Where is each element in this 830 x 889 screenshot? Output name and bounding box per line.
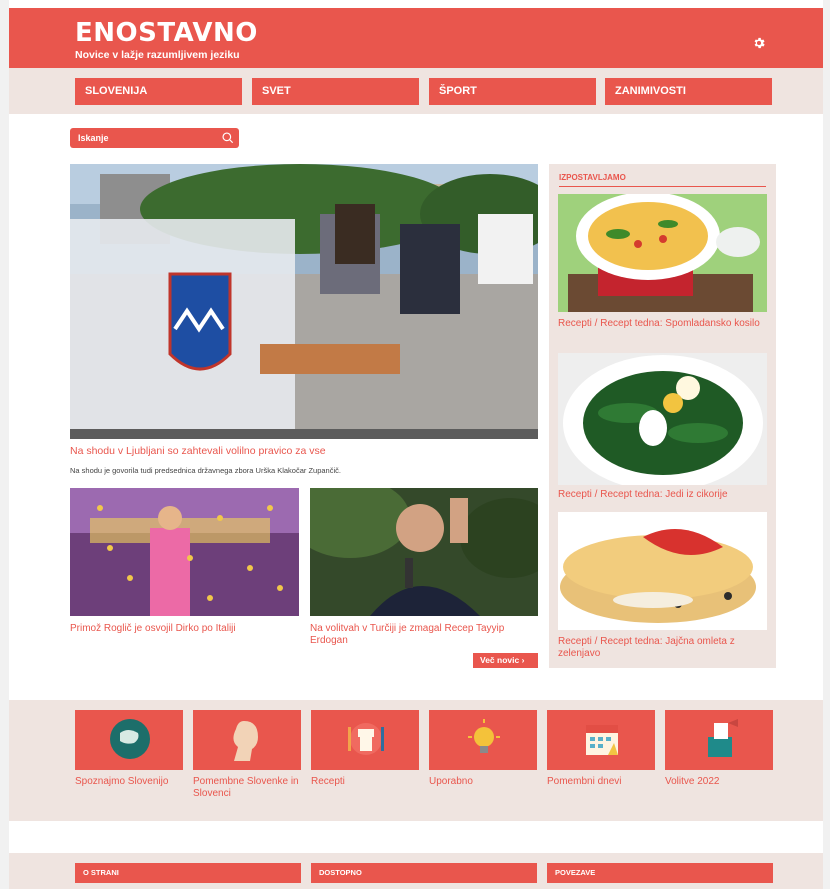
category-label-5[interactable]: Pomembni dnevi: [547, 776, 657, 788]
category-tile-spoznajmo-slovenijo[interactable]: [75, 710, 183, 770]
site-logo-subtitle: Novice v lažje razumljivem jeziku: [75, 49, 240, 61]
article-title-erdogan[interactable]: Na volitvah v Turčiji je zmagal Recep Ta…: [310, 623, 538, 647]
globe-icon: [110, 719, 150, 759]
category-tile-uporabno[interactable]: [429, 710, 537, 770]
article-image-erdogan[interactable]: [310, 488, 538, 616]
site-header: ENOSTAVNO Novice v lažje razumljivem jez…: [9, 8, 823, 68]
ballot-box-icon: [708, 719, 738, 757]
sidebar-image-pasta[interactable]: [558, 194, 767, 312]
main-article-description: Na shodu je govorila tudi predsednica dr…: [70, 466, 341, 475]
category-tile-recepti[interactable]: [311, 710, 419, 770]
kitchen-icon: [348, 723, 384, 755]
main-article-image[interactable]: [70, 164, 538, 439]
main-article-title[interactable]: Na shodu v Ljubljani so zahtevali voliln…: [70, 445, 326, 457]
nav-item-zanimivosti[interactable]: ZANIMIVOSTI: [605, 78, 772, 105]
footer-item-o-strani[interactable]: O STRANI: [75, 863, 301, 883]
gear-icon[interactable]: [752, 36, 766, 50]
footer-item-dostopno[interactable]: DOSTOPNO: [311, 863, 537, 883]
category-label-1[interactable]: Spoznajmo Slovenijo: [75, 776, 185, 788]
sidebar-image-omelette[interactable]: [558, 512, 767, 630]
lightbulb-icon: [468, 719, 500, 753]
calendar-icon: [586, 725, 618, 755]
category-label-3[interactable]: Recepti: [311, 776, 421, 788]
search-input[interactable]: [74, 130, 214, 146]
footer-item-povezave[interactable]: POVEZAVE: [547, 863, 773, 883]
category-label-4[interactable]: Uporabno: [429, 776, 539, 788]
more-news-button[interactable]: Več novic ›: [473, 653, 538, 668]
category-tile-pomembni-dnevi[interactable]: [547, 710, 655, 770]
page: ENOSTAVNO Novice v lažje razumljivem jez…: [9, 0, 823, 889]
sidebar-heading: IZPOSTAVLJAMO: [559, 173, 766, 187]
search-icon[interactable]: [221, 131, 235, 145]
sidebar-caption-3[interactable]: Recepti / Recept tedna: Jajčna omleta z …: [558, 636, 770, 660]
sidebar-caption-2[interactable]: Recepti / Recept tedna: Jedi iz cikorije: [558, 489, 770, 501]
category-tile-pomembne-slovenke[interactable]: [193, 710, 301, 770]
portrait-icon: [233, 721, 258, 761]
article-image-roglic[interactable]: [70, 488, 299, 616]
search-bar: [70, 128, 239, 148]
site-logo-title[interactable]: ENOSTAVNO: [75, 18, 258, 48]
sidebar-caption-1[interactable]: Recepti / Recept tedna: Spomladansko kos…: [558, 318, 770, 330]
nav-item-slovenija[interactable]: SLOVENIJA: [75, 78, 242, 105]
category-tile-volitve-2022[interactable]: [665, 710, 773, 770]
article-title-roglic[interactable]: Primož Roglič je osvojil Dirko po Italij…: [70, 623, 299, 635]
main-nav: SLOVENIJA SVET ŠPORT ZANIMIVOSTI: [9, 68, 823, 114]
category-label-2[interactable]: Pomembne Slovenke in Slovenci: [193, 776, 303, 800]
nav-item-sport[interactable]: ŠPORT: [429, 78, 596, 105]
category-label-6[interactable]: Volitve 2022: [665, 776, 775, 788]
sidebar-image-chicory[interactable]: [558, 353, 767, 485]
nav-item-svet[interactable]: SVET: [252, 78, 419, 105]
